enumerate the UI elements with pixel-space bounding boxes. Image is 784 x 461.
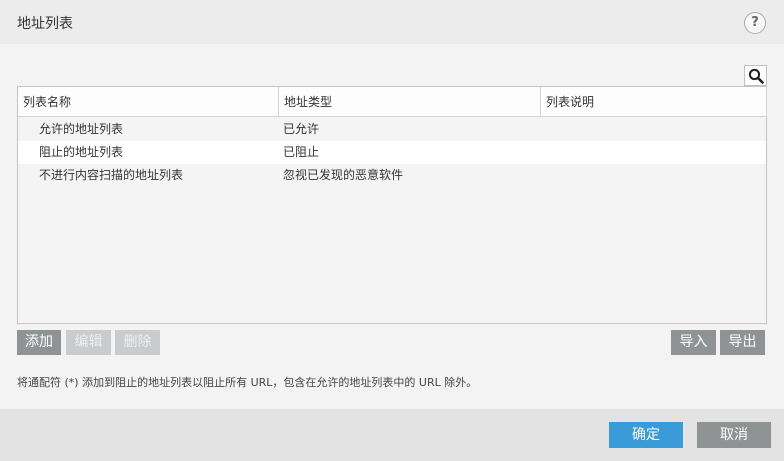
help-icon[interactable]: ?	[744, 12, 766, 34]
cell-list-name: 允许的地址列表	[39, 122, 124, 136]
dialog-title: 地址列表	[17, 16, 73, 32]
cell-address-type: 已阻止	[283, 145, 320, 159]
title-bar: 地址列表 ?	[0, 0, 784, 44]
search-button[interactable]	[744, 65, 767, 86]
add-button[interactable]: 添加	[17, 330, 61, 355]
cell-list-name: 不进行内容扫描的地址列表	[39, 168, 184, 182]
delete-button[interactable]: 删除	[115, 330, 160, 355]
import-button[interactable]: 导入	[671, 330, 716, 355]
export-button[interactable]: 导出	[720, 330, 765, 355]
table-row[interactable]: 不进行内容扫描的地址列表 忽视已发现的恶意软件	[18, 164, 766, 187]
table-row[interactable]: 允许的地址列表 已允许	[18, 118, 766, 141]
cancel-button[interactable]: 取消	[697, 422, 771, 448]
column-header-list-description[interactable]: 列表说明	[541, 87, 767, 117]
column-header-address-type[interactable]: 地址类型	[279, 87, 541, 117]
table-row[interactable]: 阻止的地址列表 已阻止	[18, 141, 766, 164]
cell-address-type: 忽视已发现的恶意软件	[283, 168, 404, 182]
column-header-list-name[interactable]: 列表名称	[18, 87, 279, 117]
search-icon	[748, 68, 764, 84]
wildcard-note: 将通配符 (*) 添加到阻止的地址列表以阻止所有 URL，包含在允许的地址列表中…	[17, 376, 478, 389]
table-header: 列表名称 地址类型 列表说明	[18, 87, 767, 117]
edit-button[interactable]: 编辑	[66, 330, 111, 355]
ok-button[interactable]: 确定	[609, 422, 683, 448]
address-list-table: 列表名称 地址类型 列表说明 允许的地址列表 已允许 阻止的地址列表 已阻止 不…	[17, 86, 767, 324]
cell-address-type: 已允许	[283, 122, 320, 136]
cell-list-name: 阻止的地址列表	[39, 145, 124, 159]
table-body: 允许的地址列表 已允许 阻止的地址列表 已阻止 不进行内容扫描的地址列表 忽视已…	[18, 118, 766, 187]
